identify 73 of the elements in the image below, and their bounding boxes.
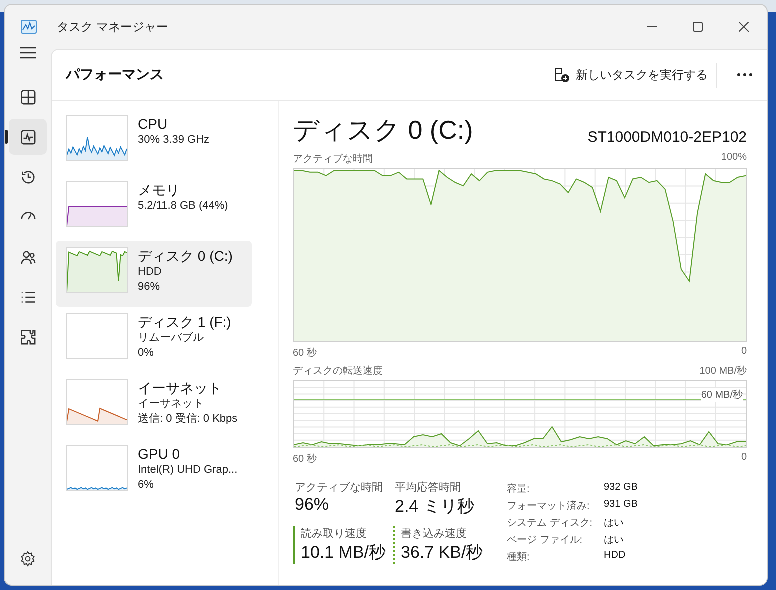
device-model: ST1000DM010-2EP102: [588, 129, 747, 146]
device-item[interactable]: イーサネット イーサネット 送信: 0 受信: 0 Kbps: [56, 373, 252, 439]
stat-label: 平均応答時間: [395, 480, 462, 495]
chart-max: 100 MB/秒: [700, 364, 747, 378]
property-label: システム ディスク:: [507, 517, 594, 530]
device-info: Intel(R) UHD Grap...: [138, 463, 238, 478]
stat-label: 読み取り速度: [301, 526, 368, 541]
new-task-button[interactable]: 新しいタスクを実行する: [546, 62, 717, 88]
property-value: 931 GB: [604, 499, 638, 512]
history-icon: [20, 168, 36, 186]
more-button[interactable]: [737, 73, 753, 77]
device-name: イーサネット: [138, 379, 223, 397]
stat-value: 36.7 KB/秒: [401, 542, 484, 564]
device-title: ディスク 0 (C:): [293, 114, 474, 147]
device-item[interactable]: CPU 30% 3.39 GHz: [56, 109, 252, 175]
stat-value: 96%: [295, 495, 330, 515]
property-value: はい: [604, 534, 625, 547]
axis-label: 0: [741, 346, 747, 359]
stat-value: 10.1 MB/秒: [301, 542, 388, 564]
chart-label: ディスクの転送速度: [293, 364, 383, 378]
stat-label: アクティブな時間: [295, 480, 384, 495]
property-value: はい: [604, 517, 625, 530]
device-name: GPU 0: [138, 445, 182, 463]
page-title: パフォーマンス: [66, 66, 165, 84]
property-label: 種類:: [507, 550, 531, 564]
device-info: 96%: [138, 280, 162, 295]
device-info: 6%: [138, 478, 155, 493]
puzzle-icon: [20, 328, 36, 346]
users-icon: [20, 248, 36, 266]
axis-label: 60 秒: [293, 346, 317, 360]
property-value: 932 GB: [604, 482, 638, 495]
axis-label: 0: [741, 452, 747, 465]
usage-graph: [66, 445, 128, 491]
property-label: フォーマット済み:: [507, 500, 591, 513]
device-name: CPU: [138, 115, 169, 133]
chart-label: アクティブな時間: [293, 152, 373, 166]
property-value: HDD: [604, 550, 627, 563]
chart-max: 100%: [721, 152, 747, 165]
new-task-icon: [554, 67, 570, 83]
usage-graph: [66, 313, 128, 359]
device-name: ディスク 0 (C:): [138, 247, 233, 265]
property-label: ページ ファイル:: [507, 534, 584, 547]
close-icon: [739, 22, 749, 32]
chart-marker-label: 60 MB/秒: [701, 388, 743, 402]
device-name: ディスク 1 (F:): [138, 313, 232, 331]
stat-label: 書き込み速度: [401, 526, 468, 541]
device-info: 5.2/11.8 GB (44%): [138, 199, 228, 214]
axis-label: 60 秒: [293, 452, 317, 466]
pulse-icon: [20, 128, 36, 146]
device-info: 送信: 0 受信: 0 Kbps: [138, 412, 238, 427]
device-item[interactable]: メモリ 5.2/11.8 GB (44%): [56, 175, 252, 241]
device-item[interactable]: ディスク 1 (F:) リムーバブル 0%: [56, 307, 252, 373]
usage-graph: [66, 181, 128, 227]
stat-value: 2.4 ミリ秒: [395, 496, 476, 518]
device-item[interactable]: ディスク 0 (C:) HDD 96%: [56, 241, 252, 307]
app-icon: [21, 20, 37, 34]
device-name: メモリ: [138, 181, 181, 199]
property-label: 容量:: [507, 482, 531, 496]
menu-icon: [20, 46, 36, 60]
maximize-icon: [693, 22, 703, 32]
device-info: HDD: [138, 265, 163, 280]
device-info: リムーバブル: [138, 331, 205, 346]
device-info: イーサネット: [138, 397, 205, 412]
usage-graph: [66, 115, 128, 161]
more-icon: [737, 73, 753, 77]
settings-icon: [20, 551, 36, 567]
usage-graph: [66, 247, 128, 293]
grid-icon: [20, 88, 36, 106]
usage-graph: [66, 379, 128, 425]
device-info: 30% 3.39 GHz: [138, 133, 210, 148]
device-item[interactable]: GPU 0 Intel(R) UHD Grap... 6%: [56, 439, 252, 505]
device-info: 0%: [138, 346, 155, 361]
window-title: タスク マネージャー: [57, 18, 170, 36]
